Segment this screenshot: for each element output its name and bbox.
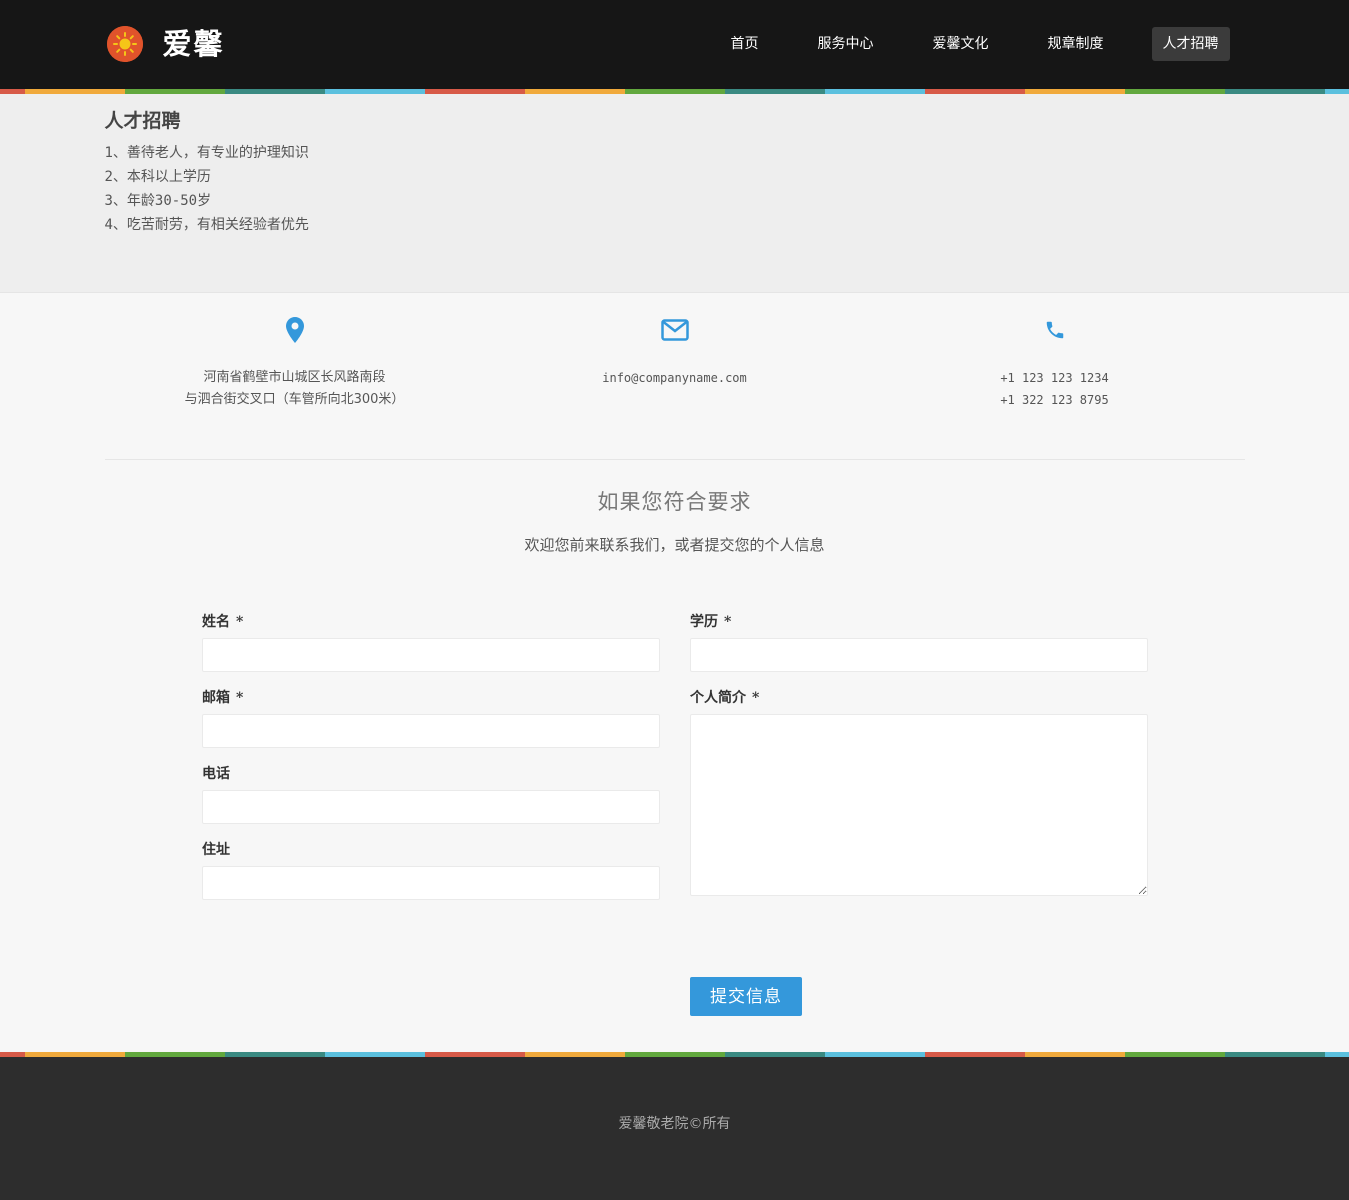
address-field: 住址 [202, 840, 660, 900]
education-field: 学历 * [690, 612, 1148, 672]
requirement-item: 1、善待老人，有专业的护理知识 [104, 145, 309, 161]
recruitment-title: 人才招聘 [104, 110, 181, 132]
phone-label: 电话 [202, 766, 230, 782]
nav-item-recruitment[interactable]: 人才招聘 [1151, 27, 1230, 61]
apply-title: 如果您符合要求 [597, 490, 752, 514]
name-label: 姓名 * [202, 614, 244, 630]
main-nav: 首页 服务中心 爱馨文化 规章制度 人才招聘 [683, 27, 1230, 61]
phone-icon [865, 315, 1245, 345]
phone-number: +1 322 123 8795 [1000, 393, 1109, 407]
email-label: 邮箱 * [202, 690, 244, 706]
bio-textarea[interactable] [690, 714, 1148, 896]
education-input[interactable] [690, 638, 1148, 672]
bio-field: 个人简介 * [690, 688, 1148, 896]
email-address[interactable]: info@companyname.com [485, 367, 865, 389]
contact-email: info@companyname.com [485, 315, 865, 389]
sun-logo-icon [106, 26, 143, 62]
bio-label: 个人简介 * [690, 690, 760, 706]
contact-address: 河南省鹤壁市山城区长风路南段 与泗合街交叉口（车管所向北300米） [105, 315, 485, 411]
envelope-icon [485, 315, 865, 345]
apply-section: 如果您符合要求 欢迎您前来联系我们，或者提交您的个人信息 [105, 489, 1245, 555]
phone-field: 电话 [202, 764, 660, 824]
phone-number: +1 123 123 1234 [1000, 371, 1109, 385]
nav-item-regulations[interactable]: 规章制度 [1037, 27, 1115, 61]
apply-subtitle: 欢迎您前来联系我们，或者提交您的个人信息 [524, 536, 825, 554]
email-field: 邮箱 * [202, 688, 660, 748]
email-input[interactable] [202, 714, 660, 748]
logo-text: 爱馨 [162, 27, 225, 61]
site-footer: 爱馨敬老院©所有 [0, 1057, 1349, 1200]
nav-item-culture[interactable]: 爱馨文化 [922, 27, 1000, 61]
name-input[interactable] [202, 638, 660, 672]
address-input[interactable] [202, 866, 660, 900]
map-marker-icon [105, 315, 485, 345]
application-form: 姓名 * 学历 * 邮箱 * 个人简介 * 电话 住址 提交信息 [202, 612, 1148, 1052]
address-line: 河南省鹤壁市山城区长风路南段 [203, 370, 386, 385]
recruitment-section: 人才招聘 1、善待老人，有专业的护理知识 2、本科以上学历 3、年龄30-50岁… [0, 94, 1349, 293]
name-field: 姓名 * [202, 612, 660, 672]
nav-item-home[interactable]: 首页 [720, 27, 770, 61]
logo[interactable]: 爱馨 [106, 26, 225, 62]
requirement-item: 2、本科以上学历 [104, 169, 211, 185]
requirement-item: 3、年龄30-50岁 [104, 193, 212, 209]
submit-button[interactable]: 提交信息 [690, 977, 802, 1016]
copyright-text: 爱馨敬老院©所有 [618, 1116, 731, 1132]
address-line: 与泗合街交叉口（车管所向北300米） [184, 392, 405, 407]
nav-item-service-center[interactable]: 服务中心 [807, 27, 885, 61]
phone-input[interactable] [202, 790, 660, 824]
contact-info: 河南省鹤壁市山城区长风路南段 与泗合街交叉口（车管所向北300米） info@c… [104, 293, 1245, 460]
address-label: 住址 [202, 842, 230, 858]
site-header: 爱馨 首页 服务中心 爱馨文化 规章制度 人才招聘 [0, 0, 1349, 89]
requirement-item: 4、吃苦耐劳，有相关经验者优先 [104, 217, 309, 233]
education-label: 学历 * [690, 614, 732, 630]
contact-phone: +1 123 123 1234 +1 322 123 8795 [865, 315, 1245, 411]
